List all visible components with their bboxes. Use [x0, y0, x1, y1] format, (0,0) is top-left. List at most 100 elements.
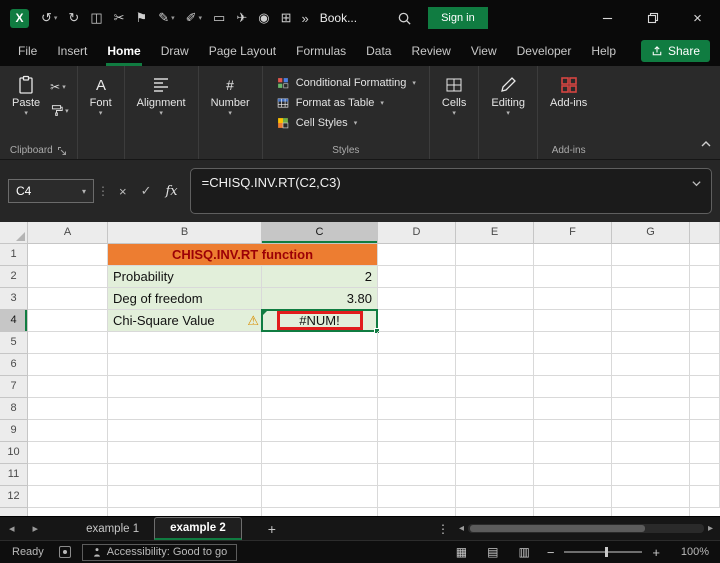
page-break-view-button[interactable]: ▥	[508, 545, 539, 559]
ribbon-tab-help[interactable]: Help	[581, 36, 626, 66]
ribbon-tab-home[interactable]: Home	[97, 36, 150, 66]
cell-C10[interactable]	[262, 442, 378, 464]
number-button[interactable]: # Number ▾	[204, 71, 257, 120]
formula-bar-expand-icon[interactable]	[691, 177, 702, 192]
cell-E8[interactable]	[456, 398, 534, 420]
insert-function-icon[interactable]: fx	[159, 184, 185, 199]
search-icon[interactable]	[397, 11, 412, 26]
cell-F2[interactable]	[534, 266, 612, 288]
collapse-ribbon-icon[interactable]	[700, 137, 712, 155]
cell-E7[interactable]	[456, 376, 534, 398]
cell-B11[interactable]	[108, 464, 262, 486]
cell-A10[interactable]	[28, 442, 108, 464]
ribbon-tab-developer[interactable]: Developer	[507, 36, 582, 66]
cut-icon[interactable]: ✂	[109, 8, 130, 28]
error-warning-icon[interactable]: ⚠	[247, 310, 259, 331]
cancel-icon[interactable]: ×	[112, 184, 134, 199]
row-header-3[interactable]: 3	[0, 288, 28, 310]
pen-icon[interactable]: ✎ ▾	[153, 8, 179, 28]
enter-icon[interactable]: ✓	[134, 183, 159, 199]
cell-D7[interactable]	[378, 376, 456, 398]
sign-in-button[interactable]: Sign in	[428, 7, 488, 29]
ribbon-tab-draw[interactable]: Draw	[151, 36, 199, 66]
cell-E4[interactable]	[456, 310, 534, 332]
row-header-11[interactable]: 11	[0, 464, 28, 486]
cell-E12[interactable]	[456, 486, 534, 508]
cell-G2[interactable]	[612, 266, 690, 288]
cell-B8[interactable]	[108, 398, 262, 420]
cell-C5[interactable]	[262, 332, 378, 354]
scroll-left-icon[interactable]: ◂	[455, 523, 468, 534]
cell-G8[interactable]	[612, 398, 690, 420]
cell-E2[interactable]	[456, 266, 534, 288]
cell-A12[interactable]	[28, 486, 108, 508]
clipboard-dialog-launcher-icon[interactable]	[57, 146, 67, 156]
cell-A4[interactable]	[28, 310, 108, 332]
cell-E9[interactable]	[456, 420, 534, 442]
cell-B6[interactable]	[108, 354, 262, 376]
cell-C12[interactable]	[262, 486, 378, 508]
ribbon-tab-insert[interactable]: Insert	[47, 36, 97, 66]
ribbon-tab-data[interactable]: Data	[356, 36, 401, 66]
cell-C3[interactable]: 3.80	[262, 288, 378, 310]
sheet-nav-right-icon[interactable]: ▸	[24, 522, 48, 535]
accessibility-status[interactable]: Accessibility: Good to go	[81, 543, 238, 561]
horizontal-scrollbar[interactable]: ◂ ▸	[455, 523, 717, 534]
excel-app-icon[interactable]: X	[10, 8, 29, 28]
cell-A5[interactable]	[28, 332, 108, 354]
cell-E11[interactable]	[456, 464, 534, 486]
cell-G12[interactable]	[612, 486, 690, 508]
cell-D6[interactable]	[378, 354, 456, 376]
page-layout-view-button[interactable]: ▤	[477, 545, 508, 559]
row-header-10[interactable]: 10	[0, 442, 28, 464]
row-header-12[interactable]: 12	[0, 486, 28, 508]
select-all-button[interactable]	[0, 222, 28, 244]
name-box[interactable]: C4 ▾	[8, 179, 94, 203]
zoom-slider-thumb[interactable]	[604, 547, 608, 557]
cell-D2[interactable]	[378, 266, 456, 288]
cell-A6[interactable]	[28, 354, 108, 376]
cell-F7[interactable]	[534, 376, 612, 398]
cell-F4[interactable]	[534, 310, 612, 332]
eraser-icon[interactable]: ▭	[208, 8, 230, 28]
cell-C8[interactable]	[262, 398, 378, 420]
minimize-button[interactable]	[585, 0, 630, 36]
cell-G1[interactable]	[612, 244, 690, 266]
name-box-splitter[interactable]: ⋮	[97, 184, 109, 198]
cell-E6[interactable]	[456, 354, 534, 376]
cell-G9[interactable]	[612, 420, 690, 442]
cell-B9[interactable]	[108, 420, 262, 442]
cell-F12[interactable]	[534, 486, 612, 508]
cell-F9[interactable]	[534, 420, 612, 442]
cell-D5[interactable]	[378, 332, 456, 354]
cell-B2[interactable]: Probability	[108, 266, 262, 288]
highlighter-icon[interactable]: ✐ ▾	[181, 8, 207, 28]
ribbon-tab-file[interactable]: File	[8, 36, 47, 66]
cell-B10[interactable]	[108, 442, 262, 464]
cell-F1[interactable]	[534, 244, 612, 266]
cell-E10[interactable]	[456, 442, 534, 464]
cell-A7[interactable]	[28, 376, 108, 398]
cell-D12[interactable]	[378, 486, 456, 508]
row-header-7[interactable]: 7	[0, 376, 28, 398]
cell-A2[interactable]	[28, 266, 108, 288]
clipboard-icon[interactable]: ◫	[85, 8, 107, 28]
cell-D8[interactable]	[378, 398, 456, 420]
column-header-E[interactable]: E	[456, 222, 534, 244]
cell-G7[interactable]	[612, 376, 690, 398]
row-header-5[interactable]: 5	[0, 332, 28, 354]
font-button[interactable]: A Font ▾	[83, 71, 119, 120]
cell-B3[interactable]: Deg of freedom	[108, 288, 262, 310]
send-icon[interactable]: ✈	[231, 8, 252, 28]
close-button[interactable]: ×	[675, 0, 720, 36]
column-header-D[interactable]: D	[378, 222, 456, 244]
row-header-8[interactable]: 8	[0, 398, 28, 420]
cell-F8[interactable]	[534, 398, 612, 420]
cell-E1[interactable]	[456, 244, 534, 266]
macro-record-icon[interactable]	[58, 546, 71, 558]
cell-G4[interactable]	[612, 310, 690, 332]
cell-F6[interactable]	[534, 354, 612, 376]
cell-C9[interactable]	[262, 420, 378, 442]
column-header-F[interactable]: F	[534, 222, 612, 244]
cell-C7[interactable]	[262, 376, 378, 398]
